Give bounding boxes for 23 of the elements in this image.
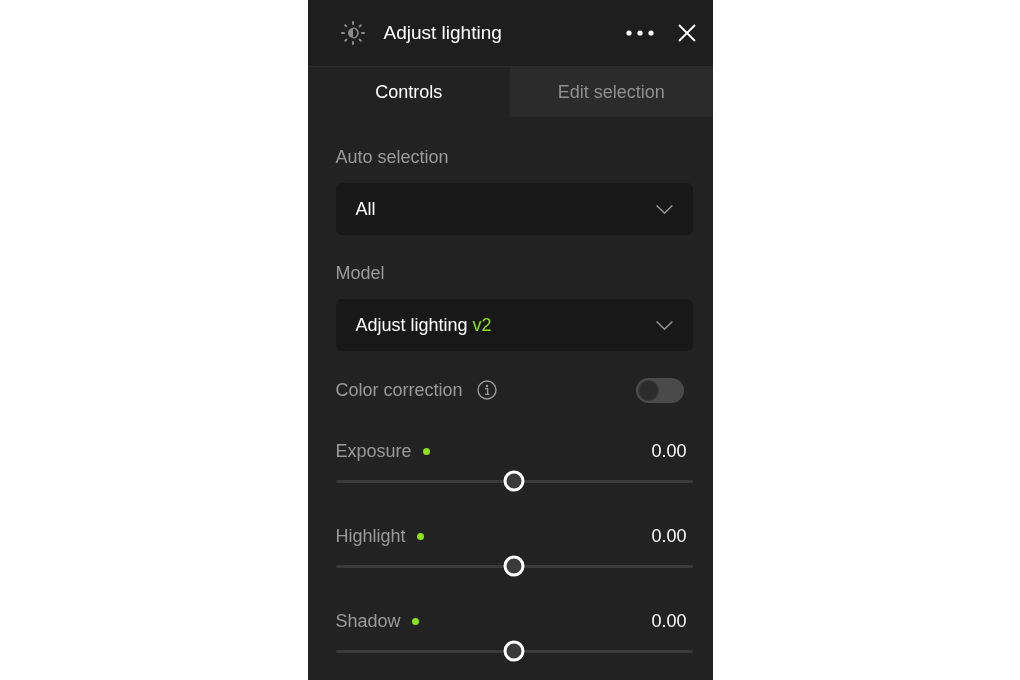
slider-thumb[interactable] xyxy=(503,640,525,662)
slider-thumb[interactable] xyxy=(503,555,525,577)
slider-label: Shadow xyxy=(335,610,401,632)
sun-icon xyxy=(340,21,365,45)
tab[interactable]: Edit selection xyxy=(510,67,713,117)
chevron-down-icon xyxy=(655,320,673,330)
field-label: Auto selection xyxy=(335,146,450,168)
field-label: Color correction xyxy=(335,379,463,401)
slider-thumb[interactable] xyxy=(503,470,525,492)
info-icon[interactable] xyxy=(476,380,497,400)
toggle-switch[interactable] xyxy=(635,377,684,403)
panel-title: Adjust lighting xyxy=(383,20,502,45)
select-dropdown[interactable]: All xyxy=(335,183,693,235)
slider-value: 0.00 xyxy=(651,610,688,632)
field-label: Model xyxy=(335,262,386,284)
slider-value: 0.00 xyxy=(651,440,688,462)
close-icon xyxy=(677,24,696,42)
more-icon xyxy=(625,30,654,36)
slider-label: Exposure xyxy=(335,440,412,462)
select-dropdown[interactable]: Adjust lighting v2 xyxy=(335,299,693,351)
slider-value: 0.00 xyxy=(651,525,688,547)
slider-label: Highlight xyxy=(335,525,406,547)
chevron-down-icon xyxy=(655,204,673,214)
